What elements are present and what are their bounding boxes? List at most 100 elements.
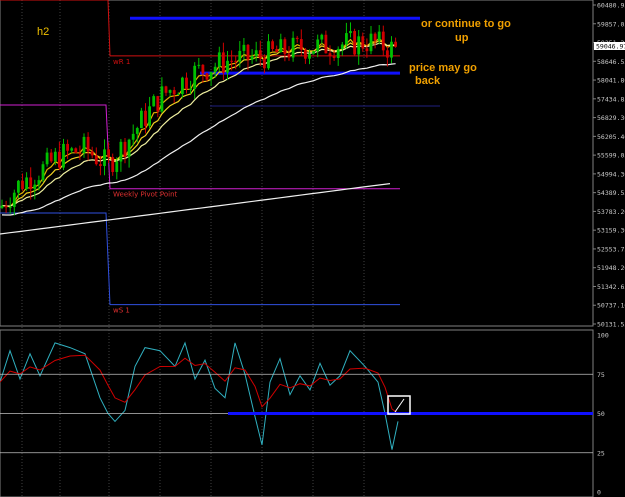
candle-body [246,44,250,60]
candle-body [275,48,279,53]
candle-body [336,48,340,59]
candle-body [168,90,172,93]
candle-body [258,50,262,59]
osc-tick-label: 75 [597,371,605,379]
candle-body [156,96,160,112]
candle-body [365,48,369,52]
candle-body [185,77,188,90]
candle-body [320,34,324,40]
drawn-levels[interactable] [130,16,420,75]
price-tick-label: 59857.05 [597,20,625,28]
candle-body [107,149,110,158]
osc-tick-label: 0 [597,489,601,497]
annotation-continue-line2: up [455,32,469,44]
candle-body [279,39,283,53]
candle-body [140,110,143,129]
candle-body [94,155,98,165]
candle-body [328,53,332,56]
candle-body [127,139,131,157]
candle-body [386,50,389,58]
price-tick-label: 50737.10 [597,302,625,310]
highlight-box [387,395,411,415]
candle-body [152,96,156,107]
candle-body [373,33,377,41]
candle-body [369,33,373,52]
candle-body [189,88,192,90]
price-tick-label: 58646.55 [597,58,625,66]
price-chart[interactable]: wR 1 Weekly Pivot Point wS 1 60480.95 59857… [0,0,625,497]
candle-body [131,133,135,140]
candle-body [353,31,356,55]
candle-body [119,141,123,162]
candle-body [283,39,287,55]
candle-body [209,71,213,80]
candle-body [103,149,106,166]
price-tick-label: 52553.75 [597,245,625,253]
candle-body [230,60,233,62]
price-tick-label: 55599.05 [597,152,625,160]
ma-200-line [0,183,391,235]
price-tick-label: 50131.55 [597,321,625,329]
price-tick-label: 53783.20 [597,208,625,216]
candle-body [390,41,393,58]
candle-body [12,192,16,207]
candle-body [25,177,28,189]
candle-body [123,141,127,157]
candle-body [99,164,102,166]
candle-body [148,106,151,126]
candle-body [271,41,274,49]
price-tick-label: 51342.65 [597,283,625,291]
candle-body [193,65,197,89]
candle-body [250,56,254,60]
price-tick-label: 54389.55 [597,189,625,197]
candle-body [197,64,201,66]
candle-body [66,143,69,151]
candle-body [291,37,295,58]
candle-body [394,41,397,47]
osc-tick-label: 25 [597,449,605,457]
candle-body [111,157,115,172]
price-tick-label: 58041.80 [597,77,625,85]
pivot-label-ws1: wS 1 [113,307,130,315]
candle-body [226,60,229,73]
candle-body [361,36,365,49]
annotation-go-back-line2: back [415,75,441,87]
candle-body [299,39,303,50]
candle-body [287,54,291,58]
candle-body [29,177,33,190]
candle-body [217,52,221,67]
candle-body [312,51,315,54]
candle-body [201,64,205,74]
candle-body [308,53,311,59]
candle-body [176,94,180,96]
candle-body [181,77,184,95]
candle-body [78,152,82,154]
candle-body [238,50,242,62]
osc-tick-label: 50 [597,410,605,418]
candle-body [17,180,20,193]
annotation-continue-line1: or continue to go [421,18,511,30]
candle-body [144,110,147,126]
pivot-levels: wR 1 Weekly Pivot Point wS 1 [0,0,440,315]
price-tick-label: 54994.30 [597,170,625,178]
candle-body [357,36,361,55]
candle-body [160,86,164,112]
main-panel-frame [0,0,594,327]
candle-body [172,90,176,95]
candle-body [263,58,266,69]
candle-body [377,31,381,41]
candle-body [62,143,65,168]
chart-window[interactable]: wR 1 Weekly Pivot Point wS 1 60480.95 59857… [0,0,625,497]
candle-body [0,205,4,208]
candle-body [205,73,209,80]
candle-body [304,49,307,59]
candle-body [135,128,139,134]
candle-body [254,50,258,57]
timeframe-label: h2 [37,26,49,38]
annotation-go-back-line1: price may go [409,62,477,74]
candle-body [234,60,238,62]
price-tick-label: 56205.40 [597,133,625,141]
candle-body [8,206,12,208]
candle-body [242,44,246,51]
candle-body [21,180,24,189]
